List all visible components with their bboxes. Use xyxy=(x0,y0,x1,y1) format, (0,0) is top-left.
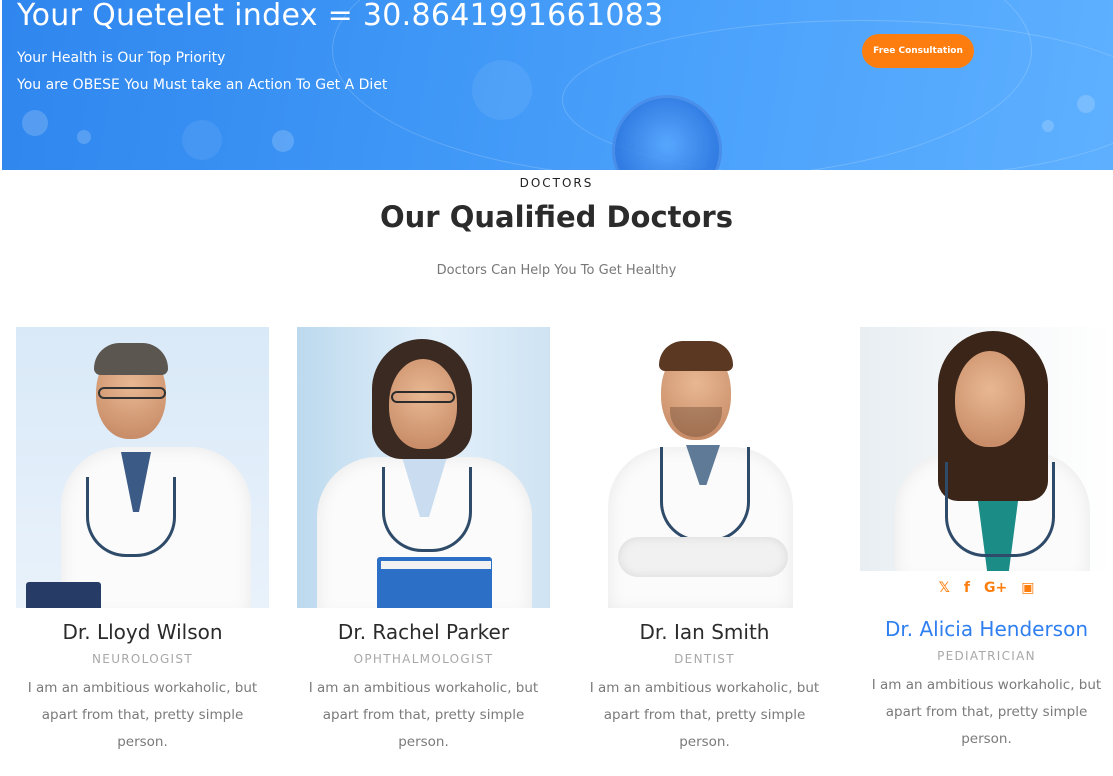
doctor-card[interactable]: 𝕏 f G+ ▣ Dr. Alicia Henderson PEDIATRICI… xyxy=(860,327,1113,753)
hero-subtitle: Your Health is Our Top Priority xyxy=(17,50,226,66)
doctor-photo[interactable] xyxy=(297,327,550,608)
section-title: Our Qualified Doctors xyxy=(380,200,733,234)
doctor-photo[interactable] xyxy=(578,327,831,608)
doctor-name[interactable]: Dr. Ian Smith xyxy=(578,620,831,644)
doctor-specialty: NEUROLOGIST xyxy=(92,652,193,666)
facebook-icon[interactable]: f xyxy=(964,580,970,596)
bokeh-decoration xyxy=(77,130,91,144)
bokeh-decoration xyxy=(272,130,294,152)
section-subtitle: Doctors Can Help You To Get Healthy xyxy=(436,263,677,278)
doctor-bio: I am an ambitious workaholic, but apart … xyxy=(871,677,1102,747)
quetelet-index-title: Your Quetelet index = 30.8641991661083 xyxy=(17,0,664,33)
doctor-photo[interactable] xyxy=(16,327,269,608)
doctor-name[interactable]: Dr. Lloyd Wilson xyxy=(16,620,269,644)
doctor-card[interactable]: Dr. Lloyd Wilson NEUROLOGIST I am an amb… xyxy=(16,327,269,756)
hero-banner: Your Quetelet index = 30.8641991661083 Y… xyxy=(2,0,1113,170)
google-plus-icon[interactable]: G+ xyxy=(984,580,1007,596)
social-links: 𝕏 f G+ ▣ xyxy=(860,571,1113,604)
obesity-message: You are OBESE You Must take an Action To… xyxy=(17,77,388,93)
free-consultation-button[interactable]: Free Consultation xyxy=(862,34,974,68)
doctor-card[interactable]: Dr. Rachel Parker OPHTHALMOLOGIST I am a… xyxy=(297,327,550,756)
doctor-specialty: PEDIATRICIAN xyxy=(937,649,1036,663)
doctor-bio: I am an ambitious workaholic, but apart … xyxy=(308,680,539,750)
bokeh-decoration xyxy=(182,120,222,160)
doctor-bio: I am an ambitious workaholic, but apart … xyxy=(589,680,820,750)
doctor-photo[interactable] xyxy=(860,327,1113,571)
doctor-specialty: DENTIST xyxy=(674,652,735,666)
doctor-card[interactable]: Dr. Ian Smith DENTIST I am an ambitious … xyxy=(578,327,831,756)
twitter-icon[interactable]: 𝕏 xyxy=(939,580,950,596)
doctor-name[interactable]: Dr. Rachel Parker xyxy=(297,620,550,644)
section-eyebrow: DOCTORS xyxy=(519,176,594,190)
instagram-icon[interactable]: ▣ xyxy=(1021,580,1034,596)
doctor-name[interactable]: Dr. Alicia Henderson xyxy=(860,617,1113,641)
doctor-bio: I am an ambitious workaholic, but apart … xyxy=(27,680,258,750)
bokeh-decoration xyxy=(22,110,48,136)
doctor-specialty: OPHTHALMOLOGIST xyxy=(353,652,494,666)
